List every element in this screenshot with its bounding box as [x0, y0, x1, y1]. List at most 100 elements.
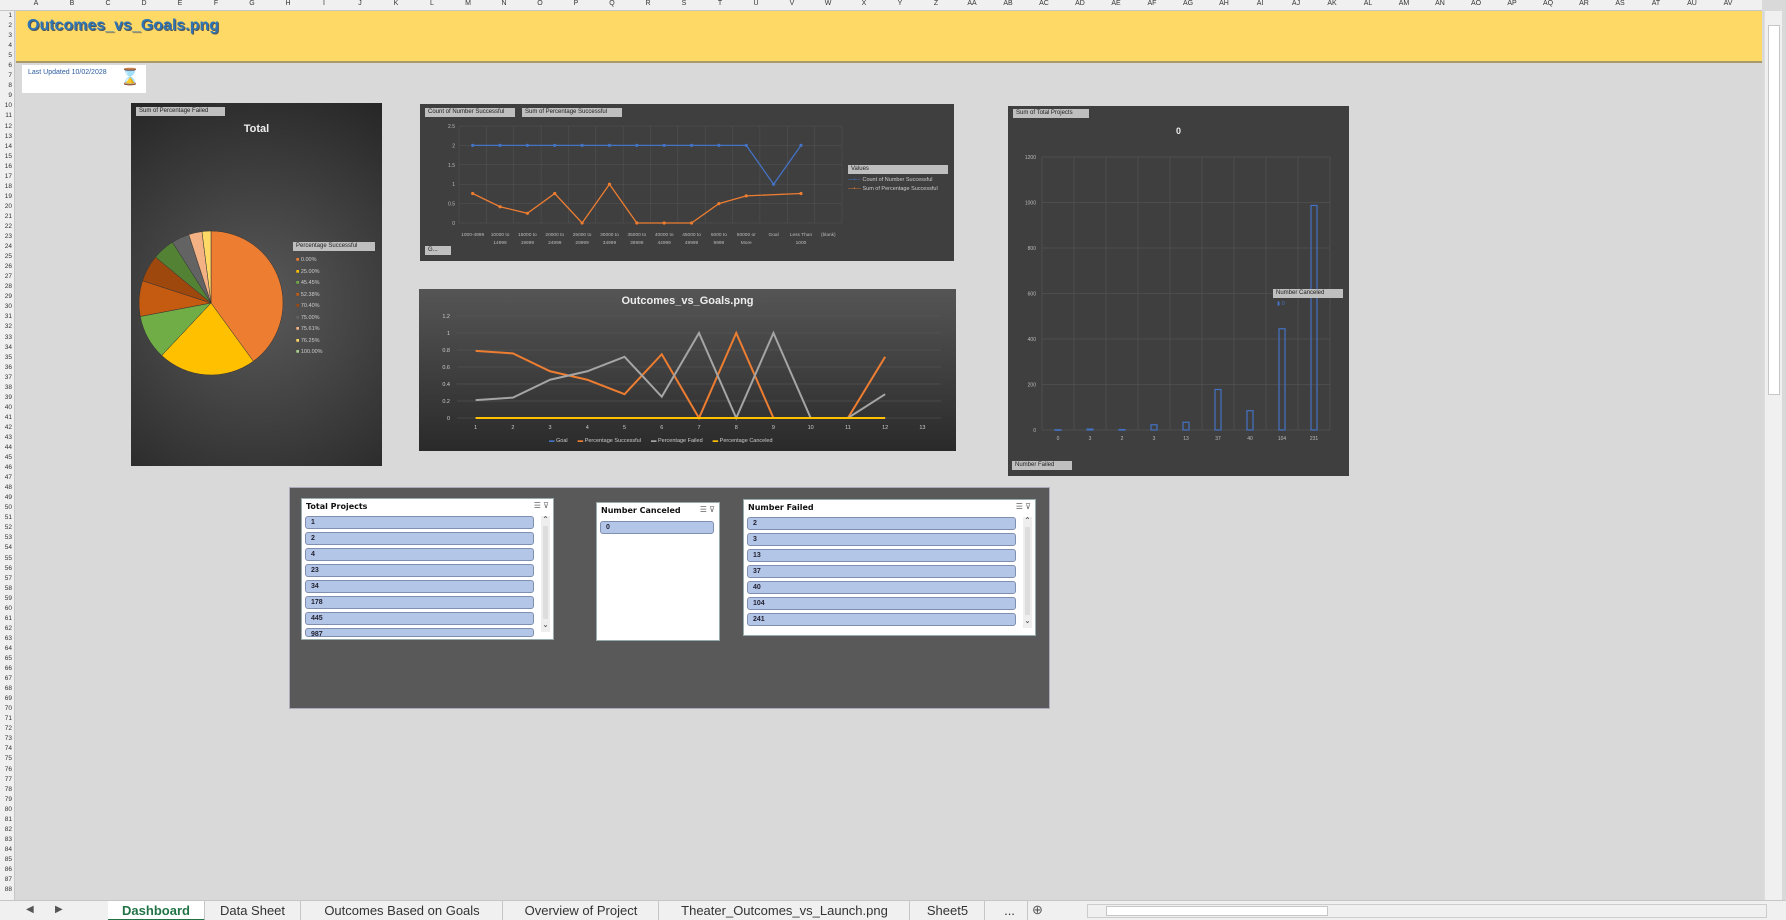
row-header[interactable]: 44 [0, 443, 14, 453]
slicer-item[interactable]: 23 [305, 564, 534, 577]
sheet-tab[interactable]: Dashboard [108, 901, 205, 920]
horizontal-scroll-thumb[interactable] [1106, 906, 1328, 916]
column-header[interactable]: I [306, 0, 342, 7]
row-header[interactable]: 74 [0, 744, 14, 754]
row-header[interactable]: 88 [0, 885, 14, 895]
row-header[interactable]: 24 [0, 242, 14, 252]
row-header[interactable]: 63 [0, 634, 14, 644]
slicer-filter-icons[interactable]: ☰ ⊽ [534, 501, 549, 510]
slicer-item[interactable]: 445 [305, 612, 534, 625]
slicer-item[interactable]: 13 [747, 549, 1016, 562]
row-header[interactable]: 84 [0, 845, 14, 855]
slicer-item[interactable]: 37 [747, 565, 1016, 578]
column-header[interactable]: P [558, 0, 594, 7]
column-header[interactable]: S [666, 0, 702, 7]
row-header[interactable]: 53 [0, 533, 14, 543]
column-header[interactable]: Y [882, 0, 918, 7]
row-header[interactable]: 46 [0, 463, 14, 473]
column-header[interactable]: C [90, 0, 126, 7]
row-header[interactable]: 19 [0, 192, 14, 202]
row-header[interactable]: 27 [0, 272, 14, 282]
column-header[interactable]: F [198, 0, 234, 7]
row-header[interactable]: 17 [0, 172, 14, 182]
slicer-filter-icons[interactable]: ☰ ⊽ [700, 505, 715, 514]
number-failed-chip[interactable]: Number Failed [1012, 461, 1072, 470]
row-header[interactable]: 65 [0, 654, 14, 664]
next-sheet-icon[interactable]: ▶ [55, 904, 63, 915]
row-header[interactable]: 20 [0, 202, 14, 212]
row-header[interactable]: 31 [0, 312, 14, 322]
row-header[interactable]: 39 [0, 393, 14, 403]
column-header[interactable]: AA [954, 0, 990, 7]
column-header[interactable]: AI [1242, 0, 1278, 7]
column-header[interactable]: AC [1026, 0, 1062, 7]
row-header[interactable]: 34 [0, 343, 14, 353]
column-header[interactable]: T [702, 0, 738, 7]
column-header[interactable]: W [810, 0, 846, 7]
column-header[interactable]: AO [1458, 0, 1494, 7]
row-header[interactable]: 70 [0, 704, 14, 714]
row-header[interactable]: 55 [0, 554, 14, 564]
column-header[interactable]: E [162, 0, 198, 7]
column-header[interactable]: AK [1314, 0, 1350, 7]
projects-bar-chart-panel[interactable]: Sum of Total Projects 0 1200 1000 800 600 40… [1008, 106, 1349, 476]
column-header[interactable]: N [486, 0, 522, 7]
row-header[interactable]: 52 [0, 523, 14, 533]
row-header[interactable]: 28 [0, 282, 14, 292]
column-header[interactable]: D [126, 0, 162, 7]
slicer-item[interactable]: 241 [747, 613, 1016, 626]
row-header[interactable]: 6 [0, 61, 14, 71]
row-header[interactable]: 18 [0, 182, 14, 192]
number-canceled-chip[interactable]: Number Canceled [1273, 289, 1343, 298]
row-header[interactable]: 86 [0, 865, 14, 875]
row-header[interactable]: 51 [0, 513, 14, 523]
row-header[interactable]: 35 [0, 353, 14, 363]
row-header[interactable]: 57 [0, 574, 14, 584]
outcomes-goals-chart-panel[interactable]: Outcomes_vs_Goals.png 1.2 1 0.8 0.6 0.4 0.2 0 1… [419, 289, 956, 451]
row-header[interactable]: 49 [0, 493, 14, 503]
row-header[interactable]: 56 [0, 564, 14, 574]
slicer-item[interactable]: 1 [305, 516, 534, 529]
goal-filter-chip[interactable]: G... [425, 246, 451, 255]
column-header[interactable]: A [18, 0, 54, 7]
row-header[interactable]: 25 [0, 252, 14, 262]
row-header[interactable]: 50 [0, 503, 14, 513]
column-header[interactable]: AV [1710, 0, 1746, 7]
column-header[interactable]: M [450, 0, 486, 7]
column-header[interactable]: AM [1386, 0, 1422, 7]
column-header[interactable]: R [630, 0, 666, 7]
row-header[interactable]: 45 [0, 453, 14, 463]
slicer-item[interactable]: 3 [747, 533, 1016, 546]
column-header[interactable]: AS [1602, 0, 1638, 7]
column-header[interactable]: AQ [1530, 0, 1566, 7]
slicer-scrollbar[interactable]: ⌃ ⌄ [1023, 517, 1032, 628]
row-header[interactable]: 73 [0, 734, 14, 744]
slicer-total-projects[interactable]: Total Projects ☰ ⊽ 1 2 4 23 34 178 445 987 ⌃ ⌄ [301, 498, 554, 640]
sheet-tab[interactable]: Theater_Outcomes_vs_Launch.png [660, 901, 910, 920]
row-header[interactable]: 61 [0, 614, 14, 624]
column-header[interactable]: H [270, 0, 306, 7]
sheet-tab[interactable]: Outcomes Based on Goals [302, 901, 503, 920]
slicer-filter-icons[interactable]: ☰ ⊽ [1016, 502, 1031, 511]
row-header[interactable]: 2 [0, 21, 14, 31]
vertical-scrollbar[interactable] [1764, 11, 1782, 900]
row-header[interactable]: 79 [0, 795, 14, 805]
slicer-item[interactable]: 4 [305, 548, 534, 561]
column-header[interactable]: AP [1494, 0, 1530, 7]
row-header[interactable]: 60 [0, 604, 14, 614]
column-header[interactable]: B [54, 0, 90, 7]
column-header[interactable]: U [738, 0, 774, 7]
row-header[interactable]: 1 [0, 11, 14, 21]
row-header[interactable]: 41 [0, 413, 14, 423]
horizontal-scrollbar[interactable] [1087, 904, 1767, 918]
row-header[interactable]: 12 [0, 122, 14, 132]
row-header[interactable]: 72 [0, 724, 14, 734]
row-header[interactable]: 82 [0, 825, 14, 835]
row-header[interactable]: 22 [0, 222, 14, 232]
column-header[interactable]: K [378, 0, 414, 7]
column-header[interactable]: AH [1206, 0, 1242, 7]
pie-chart-panel[interactable]: Sum of Percentage Failed Total Percentag… [131, 103, 382, 466]
column-header[interactable]: L [414, 0, 450, 7]
row-header[interactable]: 23 [0, 232, 14, 242]
row-header[interactable]: 30 [0, 302, 14, 312]
